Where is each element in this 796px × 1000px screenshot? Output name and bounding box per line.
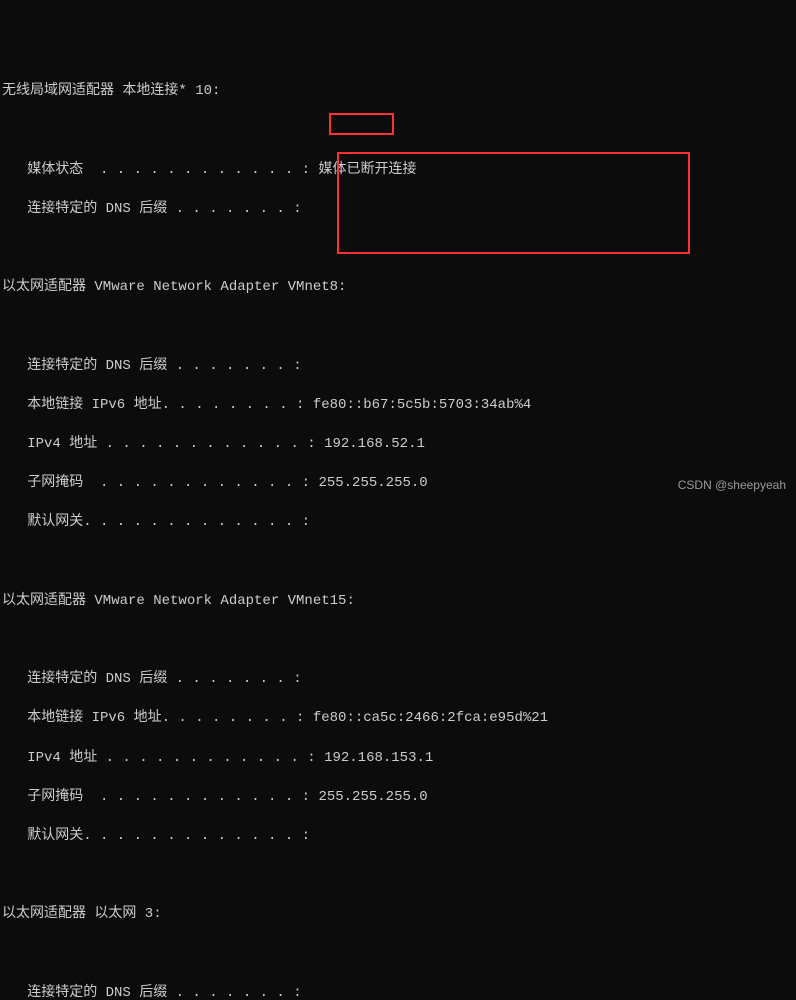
- adapter-header-ethernet3: 以太网适配器 以太网 3:: [2, 905, 796, 925]
- ethernet3-dns-row: 连接特定的 DNS 后缀 . . . . . . . :: [2, 984, 796, 1000]
- blank-line: [2, 318, 796, 338]
- ipv4-label: IPv4 地址 . . . . . . . . . . . . :: [2, 436, 324, 452]
- adapter-header-vmnet8: 以太网适配器 VMware Network Adapter VMnet8:: [2, 278, 796, 298]
- ipv4-value: 192.168.52.1: [324, 436, 425, 452]
- adapter-header-wireless10: 无线局域网适配器 本地连接* 10:: [2, 82, 796, 102]
- vmnet15-ipv6-row: 本地链接 IPv6 地址. . . . . . . . : fe80::ca5c…: [2, 709, 796, 729]
- gateway-label: 默认网关. . . . . . . . . . . . . :: [2, 514, 310, 530]
- adapter-header-name: VMnet8:: [288, 279, 347, 295]
- blank-line: [2, 631, 796, 651]
- mask-label: 子网掩码 . . . . . . . . . . . . :: [2, 475, 318, 491]
- mask-value: 255.255.255.0: [318, 789, 427, 805]
- blank-line: [2, 553, 796, 573]
- blank-line: [2, 866, 796, 886]
- adapter-header-vmnet15: 以太网适配器 VMware Network Adapter VMnet15:: [2, 592, 796, 612]
- blank-line: [2, 239, 796, 259]
- vmnet15-ipv4-row: IPv4 地址 . . . . . . . . . . . . : 192.16…: [2, 749, 796, 769]
- vmnet15-gateway-row: 默认网关. . . . . . . . . . . . . :: [2, 827, 796, 847]
- ipv6-value: fe80::b67:5c5b:5703:34ab%4: [313, 397, 531, 413]
- vmnet15-dns-row: 连接特定的 DNS 后缀 . . . . . . . :: [2, 670, 796, 690]
- dns-suffix-label: 连接特定的 DNS 后缀 . . . . . . . :: [2, 358, 302, 374]
- vmnet8-dns-row: 连接特定的 DNS 后缀 . . . . . . . :: [2, 357, 796, 377]
- vmnet15-mask-row: 子网掩码 . . . . . . . . . . . . : 255.255.2…: [2, 788, 796, 808]
- dns-suffix-label: 连接特定的 DNS 后缀 . . . . . . . :: [2, 985, 302, 1000]
- wireless10-dns-row: 连接特定的 DNS 后缀 . . . . . . . :: [2, 200, 796, 220]
- mask-label: 子网掩码 . . . . . . . . . . . . :: [2, 789, 318, 805]
- ipv6-value: fe80::ca5c:2466:2fca:e95d%21: [313, 710, 548, 726]
- wireless10-media-row: 媒体状态 . . . . . . . . . . . . : 媒体已断开连接: [2, 161, 796, 181]
- ipv6-label: 本地链接 IPv6 地址. . . . . . . . :: [2, 710, 313, 726]
- vmnet8-ipv6-row: 本地链接 IPv6 地址. . . . . . . . : fe80::b67:…: [2, 396, 796, 416]
- blank-line: [2, 945, 796, 965]
- ipv4-label: IPv4 地址 . . . . . . . . . . . . :: [2, 750, 324, 766]
- dns-suffix-label: 连接特定的 DNS 后缀 . . . . . . . :: [2, 201, 302, 217]
- vmnet8-gateway-row: 默认网关. . . . . . . . . . . . . :: [2, 513, 796, 533]
- watermark-text: CSDN @sheepyeah: [678, 477, 786, 494]
- media-state-label: 媒体状态 . . . . . . . . . . . . :: [2, 162, 318, 178]
- media-state-value: 媒体已断开连接: [318, 162, 416, 178]
- ipv6-label: 本地链接 IPv6 地址. . . . . . . . :: [2, 397, 313, 413]
- mask-value: 255.255.255.0: [318, 475, 427, 491]
- vmnet8-ipv4-row: IPv4 地址 . . . . . . . . . . . . : 192.16…: [2, 435, 796, 455]
- blank-line: [2, 122, 796, 142]
- adapter-header-prefix: 以太网适配器 VMware Network Adapter: [2, 279, 288, 295]
- dns-suffix-label: 连接特定的 DNS 后缀 . . . . . . . :: [2, 671, 302, 687]
- gateway-label: 默认网关. . . . . . . . . . . . . :: [2, 828, 310, 844]
- ipv4-value: 192.168.153.1: [324, 750, 433, 766]
